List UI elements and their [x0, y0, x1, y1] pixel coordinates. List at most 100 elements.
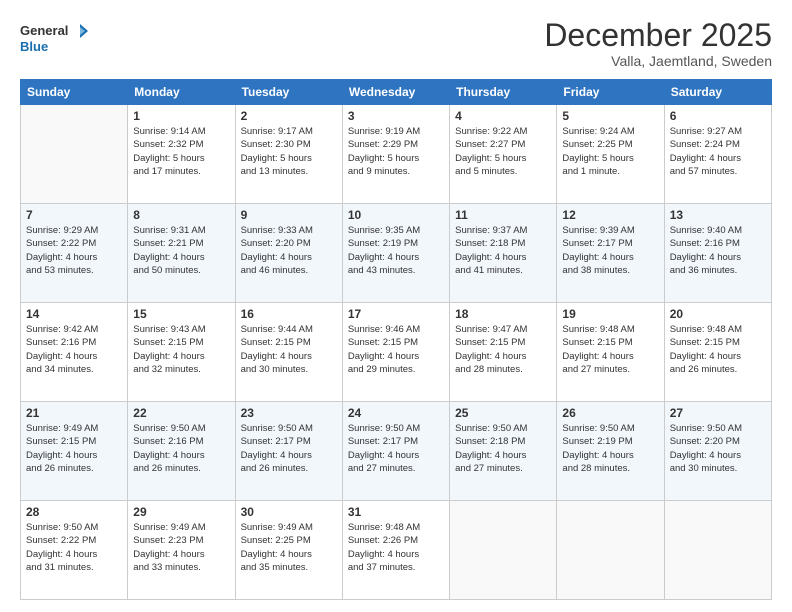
day-cell: 15Sunrise: 9:43 AM Sunset: 2:15 PM Dayli… [128, 303, 235, 402]
day-number: 2 [241, 109, 337, 123]
day-number: 27 [670, 406, 766, 420]
day-info: Sunrise: 9:33 AM Sunset: 2:20 PM Dayligh… [241, 224, 337, 277]
day-number: 6 [670, 109, 766, 123]
day-number: 8 [133, 208, 229, 222]
day-number: 21 [26, 406, 122, 420]
day-number: 15 [133, 307, 229, 321]
day-number: 24 [348, 406, 444, 420]
day-info: Sunrise: 9:46 AM Sunset: 2:15 PM Dayligh… [348, 323, 444, 376]
day-cell: 21 Sunrise: 9:49 AM Sunset: 2:15 PM Dayli… [21, 402, 128, 501]
day-info: Sunrise: 9:50 AM Sunset: 2:22 PM Dayligh… [26, 521, 122, 574]
day-info: Sunrise: 9:48 AM Sunset: 2:26 PM Dayligh… [348, 521, 444, 574]
day-number: 17 [348, 307, 444, 321]
day-cell [557, 501, 664, 600]
day-number: 26 [562, 406, 658, 420]
day-info: Sunrise: 9:49 AM Sunset: 2:23 PM Dayligh… [133, 521, 229, 574]
day-info: Sunrise: 9:31 AM Sunset: 2:21 PM Dayligh… [133, 224, 229, 277]
day-cell: 2Sunrise: 9:17 AM Sunset: 2:30 PM Daylig… [235, 105, 342, 204]
day-info: Sunrise: 9:39 AM Sunset: 2:17 PM Dayligh… [562, 224, 658, 277]
day-cell: 16 Sunrise: 9:44 AM Sunset: 2:15 PM Dayli… [235, 303, 342, 402]
day-cell: 29 Sunrise: 9:49 AM Sunset: 2:23 PM Dayli… [128, 501, 235, 600]
svg-text:General: General [20, 23, 68, 38]
week-row-3: 14 Sunrise: 9:42 AM Sunset: 2:16 PM Dayli… [21, 303, 772, 402]
day-cell: 22 Sunrise: 9:50 AM Sunset: 2:16 PM Dayli… [128, 402, 235, 501]
logo-graphic: General Blue [20, 18, 90, 56]
day-cell [664, 501, 771, 600]
day-number: 3 [348, 109, 444, 123]
header: General Blue December 2025 Valla, Jaemtl… [20, 18, 772, 69]
day-cell: 11 Sunrise: 9:37 AM Sunset: 2:18 PM Dayli… [450, 204, 557, 303]
week-row-5: 28Sunrise: 9:50 AM Sunset: 2:22 PM Dayli… [21, 501, 772, 600]
day-cell: 23 Sunrise: 9:50 AM Sunset: 2:17 PM Dayli… [235, 402, 342, 501]
day-cell: 31 Sunrise: 9:48 AM Sunset: 2:26 PM Dayli… [342, 501, 449, 600]
col-header-monday: Monday [128, 80, 235, 105]
week-row-1: 1Sunrise: 9:14 AM Sunset: 2:32 PM Daylig… [21, 105, 772, 204]
logo: General Blue [20, 18, 90, 56]
day-cell: 12 Sunrise: 9:39 AM Sunset: 2:17 PM Dayli… [557, 204, 664, 303]
day-info: Sunrise: 9:50 AM Sunset: 2:17 PM Dayligh… [348, 422, 444, 475]
day-number: 11 [455, 208, 551, 222]
day-info: Sunrise: 9:19 AM Sunset: 2:29 PM Dayligh… [348, 125, 444, 178]
day-number: 31 [348, 505, 444, 519]
day-cell: 7 Sunrise: 9:29 AM Sunset: 2:22 PM Daylig… [21, 204, 128, 303]
col-header-thursday: Thursday [450, 80, 557, 105]
day-cell: 1Sunrise: 9:14 AM Sunset: 2:32 PM Daylig… [128, 105, 235, 204]
day-cell: 27 Sunrise: 9:50 AM Sunset: 2:20 PM Dayli… [664, 402, 771, 501]
day-number: 19 [562, 307, 658, 321]
day-info: Sunrise: 9:50 AM Sunset: 2:17 PM Dayligh… [241, 422, 337, 475]
day-number: 5 [562, 109, 658, 123]
subtitle: Valla, Jaemtland, Sweden [544, 53, 772, 69]
day-number: 22 [133, 406, 229, 420]
day-cell: 17 Sunrise: 9:46 AM Sunset: 2:15 PM Dayli… [342, 303, 449, 402]
day-number: 29 [133, 505, 229, 519]
day-info: Sunrise: 9:29 AM Sunset: 2:22 PM Dayligh… [26, 224, 122, 277]
calendar-table: SundayMondayTuesdayWednesdayThursdayFrid… [20, 79, 772, 600]
calendar-header-row: SundayMondayTuesdayWednesdayThursdayFrid… [21, 80, 772, 105]
day-cell: 4Sunrise: 9:22 AM Sunset: 2:27 PM Daylig… [450, 105, 557, 204]
day-cell: 24 Sunrise: 9:50 AM Sunset: 2:17 PM Dayli… [342, 402, 449, 501]
day-cell: 13 Sunrise: 9:40 AM Sunset: 2:16 PM Dayli… [664, 204, 771, 303]
day-number: 16 [241, 307, 337, 321]
day-cell: 25 Sunrise: 9:50 AM Sunset: 2:18 PM Dayli… [450, 402, 557, 501]
day-info: Sunrise: 9:49 AM Sunset: 2:15 PM Dayligh… [26, 422, 122, 475]
day-info: Sunrise: 9:50 AM Sunset: 2:16 PM Dayligh… [133, 422, 229, 475]
page: General Blue December 2025 Valla, Jaemtl… [0, 0, 792, 612]
day-number: 12 [562, 208, 658, 222]
col-header-saturday: Saturday [664, 80, 771, 105]
day-info: Sunrise: 9:37 AM Sunset: 2:18 PM Dayligh… [455, 224, 551, 277]
day-number: 25 [455, 406, 551, 420]
day-cell: 20 Sunrise: 9:48 AM Sunset: 2:15 PM Dayli… [664, 303, 771, 402]
day-info: Sunrise: 9:27 AM Sunset: 2:24 PM Dayligh… [670, 125, 766, 178]
day-number: 13 [670, 208, 766, 222]
day-number: 30 [241, 505, 337, 519]
day-number: 4 [455, 109, 551, 123]
day-number: 10 [348, 208, 444, 222]
day-info: Sunrise: 9:48 AM Sunset: 2:15 PM Dayligh… [670, 323, 766, 376]
day-info: Sunrise: 9:49 AM Sunset: 2:25 PM Dayligh… [241, 521, 337, 574]
day-cell: 18 Sunrise: 9:47 AM Sunset: 2:15 PM Dayli… [450, 303, 557, 402]
day-number: 23 [241, 406, 337, 420]
day-info: Sunrise: 9:50 AM Sunset: 2:20 PM Dayligh… [670, 422, 766, 475]
day-info: Sunrise: 9:14 AM Sunset: 2:32 PM Dayligh… [133, 125, 229, 178]
day-number: 7 [26, 208, 122, 222]
day-cell: 28Sunrise: 9:50 AM Sunset: 2:22 PM Dayli… [21, 501, 128, 600]
week-row-2: 7 Sunrise: 9:29 AM Sunset: 2:22 PM Daylig… [21, 204, 772, 303]
day-cell: 5 Sunrise: 9:24 AM Sunset: 2:25 PM Daylig… [557, 105, 664, 204]
day-info: Sunrise: 9:50 AM Sunset: 2:18 PM Dayligh… [455, 422, 551, 475]
day-info: Sunrise: 9:40 AM Sunset: 2:16 PM Dayligh… [670, 224, 766, 277]
day-info: Sunrise: 9:24 AM Sunset: 2:25 PM Dayligh… [562, 125, 658, 178]
title-block: December 2025 Valla, Jaemtland, Sweden [544, 18, 772, 69]
day-info: Sunrise: 9:47 AM Sunset: 2:15 PM Dayligh… [455, 323, 551, 376]
day-number: 14 [26, 307, 122, 321]
svg-text:Blue: Blue [20, 39, 48, 54]
col-header-wednesday: Wednesday [342, 80, 449, 105]
day-info: Sunrise: 9:44 AM Sunset: 2:15 PM Dayligh… [241, 323, 337, 376]
day-number: 20 [670, 307, 766, 321]
day-info: Sunrise: 9:35 AM Sunset: 2:19 PM Dayligh… [348, 224, 444, 277]
day-cell: 19 Sunrise: 9:48 AM Sunset: 2:15 PM Dayli… [557, 303, 664, 402]
day-info: Sunrise: 9:48 AM Sunset: 2:15 PM Dayligh… [562, 323, 658, 376]
day-number: 18 [455, 307, 551, 321]
day-info: Sunrise: 9:42 AM Sunset: 2:16 PM Dayligh… [26, 323, 122, 376]
day-cell: 8 Sunrise: 9:31 AM Sunset: 2:21 PM Daylig… [128, 204, 235, 303]
col-header-sunday: Sunday [21, 80, 128, 105]
